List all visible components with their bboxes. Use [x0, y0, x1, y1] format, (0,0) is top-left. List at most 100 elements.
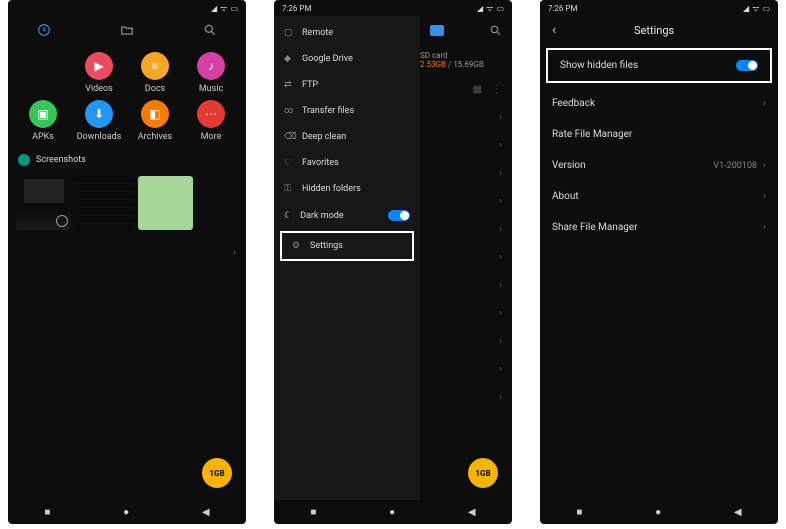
back-button[interactable]: ‹: [552, 22, 556, 38]
cleaner-fab[interactable]: 1GB: [468, 458, 498, 488]
signal-icon: ◢: [211, 4, 217, 13]
chevron-right-icon: ›: [499, 112, 502, 123]
background-view: SD card 2.53GB / 15.69GB ▦ ⋮ › ››› ››› ›…: [420, 16, 512, 500]
nav-back[interactable]: ◀: [734, 507, 742, 518]
search-icon[interactable]: [202, 22, 218, 38]
nav-bar: ■ ● ◀: [540, 500, 778, 524]
tile-music[interactable]: ♪Music: [186, 52, 236, 94]
nav-bar: ■ ● ◀: [8, 500, 246, 524]
tile-apks[interactable]: ▣APKs: [18, 100, 68, 142]
status-time: 7:26 PM: [282, 4, 311, 13]
thumbnail[interactable]: [16, 176, 71, 230]
nav-home[interactable]: ●: [655, 507, 661, 518]
storage-info[interactable]: SD card 2.53GB / 15.69GB: [420, 45, 512, 75]
row-about[interactable]: About›: [540, 181, 778, 212]
highlight-box: Show hidden files: [546, 48, 772, 83]
settings-list: Show hidden files Feedback› Rate File Ma…: [540, 44, 778, 243]
row-feedback[interactable]: Feedback›: [540, 88, 778, 119]
thumbnail[interactable]: [77, 176, 132, 230]
transfer-icon: ∞: [284, 106, 294, 116]
folder-icon[interactable]: [430, 25, 444, 36]
screen-2-drawer: 7:26 PM ◢ᯤ▭ ▢Remote ◆Google Drive ⇄FTP ∞…: [274, 0, 512, 524]
wifi-icon: ᯤ: [486, 3, 493, 14]
tile-videos[interactable]: ▶Videos: [74, 52, 124, 94]
tile-downloads[interactable]: ⬇Downloads: [74, 100, 124, 142]
tile-archives[interactable]: ◧Archives: [130, 100, 180, 142]
apk-icon: ▣: [29, 100, 57, 128]
folder-tab-icon[interactable]: [119, 22, 135, 38]
section-header: Screenshots: [8, 148, 246, 172]
clean-icon: ⌫: [284, 132, 294, 142]
battery-icon: ▭: [762, 4, 770, 13]
heart-icon: ♡: [284, 158, 294, 168]
screen-1-home: ◢ᯤ▭ ▶Videos ≡Docs ♪Music ▣APKs ⬇Download…: [8, 0, 246, 524]
status-icons: ◢ᯤ▭: [211, 3, 238, 14]
menu-deep-clean[interactable]: ⌫Deep clean: [274, 124, 420, 150]
drawer-menu: ▢Remote ◆Google Drive ⇄FTP ∞Transfer fil…: [274, 16, 420, 500]
section-title: Screenshots: [36, 155, 86, 165]
row-share[interactable]: Share File Manager›: [540, 212, 778, 243]
category-grid: ▶Videos ≡Docs ♪Music ▣APKs ⬇Downloads ◧A…: [8, 38, 246, 148]
video-icon: ▶: [85, 52, 113, 80]
menu-hidden-folders[interactable]: ⚿Hidden folders: [274, 176, 420, 202]
row-version[interactable]: VersionV1-200108›: [540, 150, 778, 181]
archive-icon: ◧: [141, 100, 169, 128]
page-header: ‹ Settings: [540, 16, 778, 44]
tile-docs[interactable]: ≡Docs: [130, 52, 180, 94]
show-hidden-toggle[interactable]: [736, 60, 758, 71]
menu-remote[interactable]: ▢Remote: [274, 20, 420, 46]
chevron-right-icon: ›: [763, 222, 766, 233]
more-icon[interactable]: ⋮: [492, 84, 502, 95]
wifi-icon: ᯤ: [752, 3, 759, 14]
ftp-icon: ⇄: [284, 80, 294, 90]
nav-home[interactable]: ●: [123, 507, 129, 518]
storage-label: SD card: [420, 51, 502, 60]
grid-view-icon[interactable]: ▦: [473, 84, 482, 95]
list-row[interactable]: ›: [8, 238, 246, 266]
status-icons: ◢ᯤ▭: [477, 3, 504, 14]
nav-recents[interactable]: ■: [310, 507, 316, 518]
nav-back[interactable]: ◀: [202, 507, 210, 518]
chevron-right-icon: ›: [763, 191, 766, 202]
menu-dark-mode[interactable]: ☾Dark mode: [274, 202, 420, 229]
row-show-hidden[interactable]: Show hidden files: [548, 50, 770, 81]
signal-icon: ◢: [743, 4, 749, 13]
drive-icon: ◆: [284, 54, 294, 64]
cleaner-fab[interactable]: 1GB: [202, 458, 232, 488]
wifi-icon: ᯤ: [220, 3, 227, 14]
nav-recents[interactable]: ■: [576, 507, 582, 518]
status-icons: ◢ᯤ▭: [743, 3, 770, 14]
chevron-right-icon: ›: [233, 246, 236, 259]
moon-icon: ☾: [284, 211, 292, 221]
lock-icon: ⚿: [284, 184, 294, 194]
tile-more[interactable]: ⋯More: [186, 100, 236, 142]
chevron-right-icon: ›: [763, 98, 766, 109]
row-rate[interactable]: Rate File Manager: [540, 119, 778, 150]
menu-settings[interactable]: ⚙Settings: [282, 233, 412, 259]
page-title: Settings: [634, 24, 674, 37]
nav-bar: ■ ● ◀: [274, 500, 512, 524]
more-icon: ⋯: [197, 100, 225, 128]
battery-icon: ▭: [230, 4, 238, 13]
thumbnail-row: [8, 172, 246, 238]
nav-back[interactable]: ◀: [468, 507, 476, 518]
statusbar: 7:26 PM ◢ᯤ▭: [540, 0, 778, 16]
view-controls: ▦ ⋮: [420, 75, 512, 103]
nav-home[interactable]: ●: [389, 507, 395, 518]
thumbnail[interactable]: [138, 176, 193, 230]
recent-tab-icon[interactable]: [36, 22, 52, 38]
music-icon: ♪: [197, 52, 225, 80]
menu-google-drive[interactable]: ◆Google Drive: [274, 46, 420, 72]
nav-recents[interactable]: ■: [44, 507, 50, 518]
top-tabs: [8, 16, 246, 38]
screenshots-icon: [18, 154, 30, 166]
search-icon[interactable]: [489, 24, 502, 37]
version-value: V1-200108: [713, 161, 757, 171]
menu-favorites[interactable]: ♡Favorites: [274, 150, 420, 176]
dark-mode-toggle[interactable]: [388, 210, 410, 221]
docs-icon: ≡: [141, 52, 169, 80]
battery-icon: ▭: [496, 4, 504, 13]
menu-ftp[interactable]: ⇄FTP: [274, 72, 420, 98]
menu-transfer[interactable]: ∞Transfer files: [274, 98, 420, 124]
signal-icon: ◢: [477, 4, 483, 13]
